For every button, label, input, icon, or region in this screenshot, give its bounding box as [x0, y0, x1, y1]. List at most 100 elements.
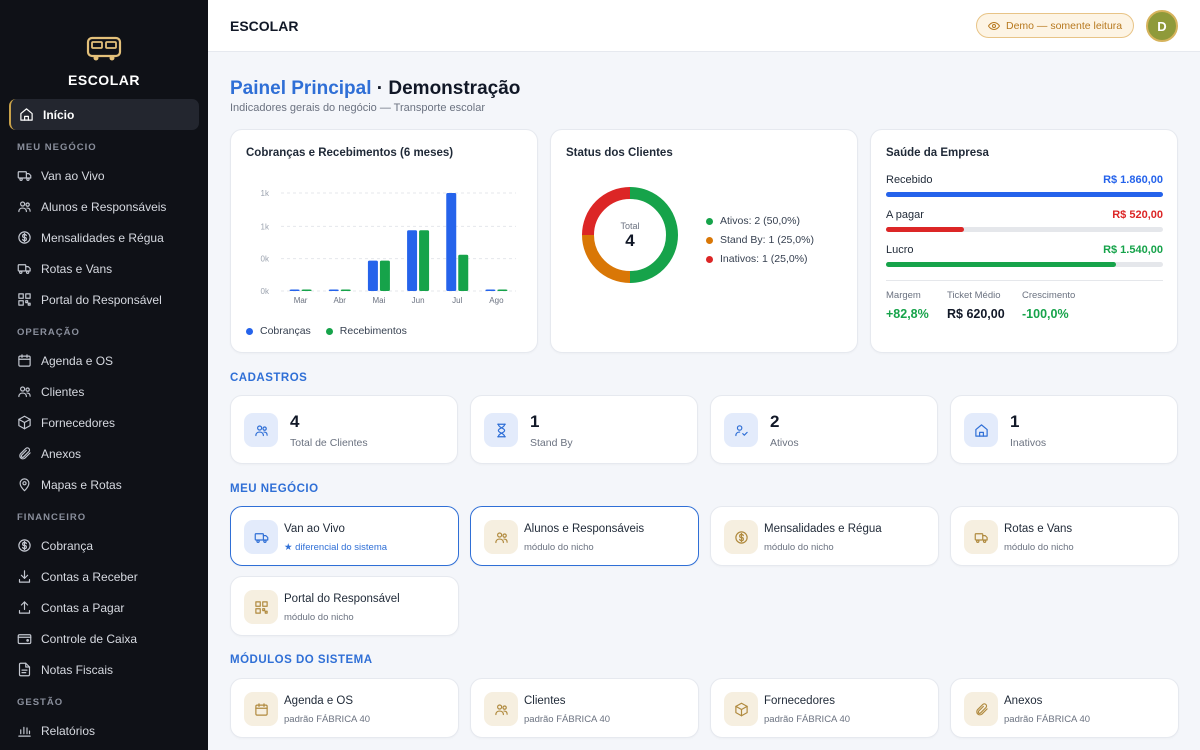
module-icon-box — [964, 692, 998, 726]
bar-cobrancas-ago[interactable] — [485, 289, 496, 292]
van-icon — [254, 532, 268, 543]
health-bar-track — [886, 192, 1163, 197]
status-legend-standby: Stand By: 1 (25,0%) — [706, 234, 814, 246]
kpi-margem: Margem +82,8% — [886, 290, 929, 321]
stat-card-inativos[interactable]: 1 Inativos — [950, 395, 1178, 464]
donut-center-value: 4 — [625, 231, 635, 250]
module-icon-box — [724, 520, 758, 554]
bar-recebimentos-mai[interactable] — [379, 260, 390, 291]
sidebar-item-cobranca[interactable]: Cobrança — [9, 530, 199, 561]
sidebar-item-inicio[interactable]: Início — [9, 99, 199, 130]
x-tick-label: Mar — [294, 296, 308, 305]
module-card-anexos[interactable]: Anexos padrão FÁBRICA 40 — [950, 678, 1179, 738]
x-tick-label: Abr — [334, 296, 347, 305]
box-icon — [734, 702, 748, 716]
client-status-card: Status dos Clientes Total 4 Ativos: 2 (5… — [550, 129, 858, 353]
bar-recebimentos-jun[interactable] — [419, 230, 430, 291]
kpi-ticket-medio: Ticket Médio R$ 620,00 — [947, 290, 1005, 321]
bar-recebimentos-mar[interactable] — [301, 289, 312, 292]
eye-icon — [988, 21, 1000, 30]
sidebar-item-clientes[interactable]: Clientes — [9, 376, 199, 407]
dollar-icon — [734, 530, 748, 544]
sidebar-item-anexos[interactable]: Anexos — [9, 438, 199, 469]
upload-icon — [18, 601, 31, 614]
sidebar-item-label: Mapas e Rotas — [41, 477, 122, 492]
file-icon — [18, 662, 31, 677]
bar-recebimentos-abr[interactable] — [340, 289, 351, 292]
avatar[interactable]: D — [1146, 10, 1178, 42]
module-card-van-ao-vivo[interactable]: Van ao Vivo ★ diferencial do sistema — [230, 506, 459, 566]
module-card-portal-do-responsavel[interactable]: Portal do Responsável módulo do nicho — [230, 576, 459, 636]
sidebar-item-alunos-e-responsaveis[interactable]: Alunos e Responsáveis — [9, 191, 199, 222]
sidebar-item-controle-de-caixa[interactable]: Controle de Caixa — [9, 623, 199, 654]
home-icon — [20, 108, 33, 121]
legend-dot-cobrancas — [246, 327, 253, 335]
section-modulos: MÓDULOS DO SISTEMA — [230, 654, 373, 666]
brand-name: ESCOLAR — [68, 72, 140, 88]
stat-card-ativos[interactable]: 2 Ativos — [710, 395, 938, 464]
user-check-icon — [734, 424, 748, 436]
sidebar-item-label: Alunos e Responsáveis — [41, 199, 167, 214]
demo-badge-label: Demo — somente leitura — [1006, 19, 1123, 32]
module-subtitle: módulo do nicho — [764, 542, 834, 553]
health-row-lucro: Lucro R$ 1.540,00 — [886, 244, 1163, 267]
sidebar-item-van-ao-vivo[interactable]: Van ao Vivo — [9, 160, 199, 191]
bar-cobrancas-abr[interactable] — [328, 289, 339, 292]
users-icon — [18, 201, 31, 213]
status-legend-ativos: Ativos: 2 (50,0%) — [706, 215, 800, 227]
module-card-agenda-e-os[interactable]: Agenda e OS padrão FÁBRICA 40 — [230, 678, 459, 738]
demo-badge[interactable]: Demo — somente leitura — [976, 13, 1135, 38]
sidebar-item-mensalidades-e-regua[interactable]: Mensalidades e Régua — [9, 222, 199, 253]
module-card-fornecedores[interactable]: Fornecedores padrão FÁBRICA 40 — [710, 678, 939, 738]
bar-recebimentos-ago[interactable] — [497, 289, 508, 292]
qr-icon — [18, 293, 31, 306]
module-subtitle: módulo do nicho — [284, 612, 354, 623]
bar-cobrancas-jul[interactable] — [446, 193, 457, 291]
paperclip-icon — [975, 702, 988, 715]
module-title: Rotas e Vans — [1004, 523, 1073, 535]
module-card-rotas-e-vans[interactable]: Rotas e Vans módulo do nicho — [950, 506, 1179, 566]
kpi-label: Crescimento — [1022, 290, 1076, 301]
bar-cobrancas-mar[interactable] — [289, 289, 300, 292]
stat-card-stand-by[interactable]: 1 Stand By — [470, 395, 698, 464]
company-health-title: Saúde da Empresa — [886, 147, 989, 159]
module-title: Mensalidades e Régua — [764, 523, 882, 535]
module-card-clientes[interactable]: Clientes padrão FÁBRICA 40 — [470, 678, 699, 738]
sidebar-item-label: Mensalidades e Régua — [41, 230, 164, 245]
sidebar-item-contas-a-pagar[interactable]: Contas a Pagar — [9, 592, 199, 623]
sidebar-item-contas-a-receber[interactable]: Contas a Receber — [9, 561, 199, 592]
health-value: R$ 1.860,00 — [1103, 174, 1163, 186]
page-title-accent: Painel Principal — [230, 78, 372, 99]
kpi-value: +82,8% — [886, 307, 929, 321]
module-card-alunos-e-responsaveis[interactable]: Alunos e Responsáveis módulo do nicho — [470, 506, 699, 566]
sidebar-item-label: Anexos — [41, 446, 82, 461]
y-tick-label: 0k — [261, 287, 270, 296]
module-card-mensalidades-e-regua[interactable]: Mensalidades e Régua módulo do nicho — [710, 506, 939, 566]
health-divider — [886, 280, 1163, 281]
sidebar-item-portal-do-responsavel[interactable]: Portal do Responsável — [9, 284, 199, 315]
stat-label: Ativos — [770, 437, 799, 449]
module-subtitle: padrão FÁBRICA 40 — [284, 714, 371, 725]
sidebar-item-relatorios[interactable]: Relatórios — [9, 715, 199, 746]
sidebar-item-notas-fiscais[interactable]: Notas Fiscais — [9, 654, 199, 685]
bar-recebimentos-jul[interactable] — [458, 254, 469, 291]
sidebar-item-label: Van ao Vivo — [41, 168, 105, 183]
y-tick-label: 1k — [261, 222, 270, 231]
dollar-icon — [18, 231, 31, 244]
section-meu-negocio: MEU NEGÓCIO — [230, 483, 319, 495]
bar-cobrancas-jun[interactable] — [407, 230, 418, 291]
van-icon — [17, 171, 32, 181]
sidebar-item-fornecedores[interactable]: Fornecedores — [9, 407, 199, 438]
box-icon — [18, 415, 31, 430]
bar-cobrancas-mai[interactable] — [367, 260, 378, 291]
nav-section-gestao: GESTÃO — [17, 697, 64, 708]
company-health-card: Saúde da Empresa Recebido R$ 1.860,00 A pa… — [870, 129, 1178, 353]
x-tick-label: Jun — [412, 296, 425, 305]
calendar-icon — [254, 702, 268, 716]
billing-chart-card: Cobranças e Recebimentos (6 meses) 0k 0k 1… — [230, 129, 538, 353]
sidebar-item-mapas-e-rotas[interactable]: Mapas e Rotas — [9, 469, 199, 500]
stat-card-total-de-clientes[interactable]: 4 Total de Clientes — [230, 395, 458, 464]
bus-logo-icon — [86, 36, 122, 61]
sidebar-item-rotas-e-vans[interactable]: Rotas e Vans — [9, 253, 199, 284]
sidebar-item-agenda-e-os[interactable]: Agenda e OS — [9, 345, 199, 376]
